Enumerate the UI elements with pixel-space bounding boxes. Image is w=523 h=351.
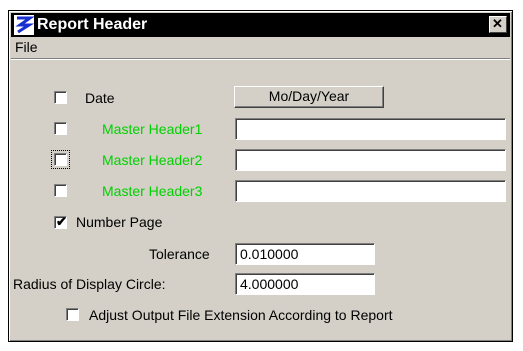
title-bar[interactable]: Report Header bbox=[11, 13, 510, 37]
menu-separator bbox=[11, 58, 510, 60]
app-logo-icon bbox=[14, 15, 34, 35]
menu-bar: File bbox=[11, 37, 510, 57]
master-header1-label: Master Header1 bbox=[102, 121, 203, 137]
radius-input[interactable]: 4.000000 bbox=[235, 273, 375, 295]
master-header2-label: Master Header2 bbox=[102, 152, 203, 168]
adjust-extension-label: Adjust Output File Extension According t… bbox=[89, 307, 393, 323]
number-page-label: Number Page bbox=[76, 214, 163, 230]
date-checkbox[interactable] bbox=[54, 91, 67, 104]
master-header1-input[interactable] bbox=[235, 118, 506, 140]
master-header3-label: Master Header3 bbox=[102, 183, 203, 199]
report-header-dialog: Report Header File Date Mo/Day/Year Mast… bbox=[8, 10, 513, 342]
date-format-button[interactable]: Mo/Day/Year bbox=[234, 86, 384, 108]
check-mark-icon: ✔ bbox=[56, 214, 67, 229]
tolerance-label: Tolerance bbox=[149, 246, 210, 262]
window-title: Report Header bbox=[37, 16, 148, 33]
close-button[interactable] bbox=[489, 16, 507, 33]
date-label: Date bbox=[85, 90, 115, 106]
master-header2-checkbox[interactable] bbox=[51, 150, 70, 169]
master-header3-checkbox[interactable] bbox=[54, 184, 67, 197]
master-header1-checkbox[interactable] bbox=[54, 122, 67, 135]
number-page-checkbox[interactable]: ✔ bbox=[54, 214, 67, 229]
master-header3-input[interactable] bbox=[235, 180, 506, 202]
tolerance-input[interactable]: 0.010000 bbox=[235, 243, 375, 265]
adjust-extension-checkbox[interactable] bbox=[66, 308, 79, 321]
menu-file[interactable]: File bbox=[15, 39, 38, 55]
master-header2-input[interactable] bbox=[235, 149, 506, 171]
radius-label: Radius of Display Circle: bbox=[13, 276, 166, 292]
